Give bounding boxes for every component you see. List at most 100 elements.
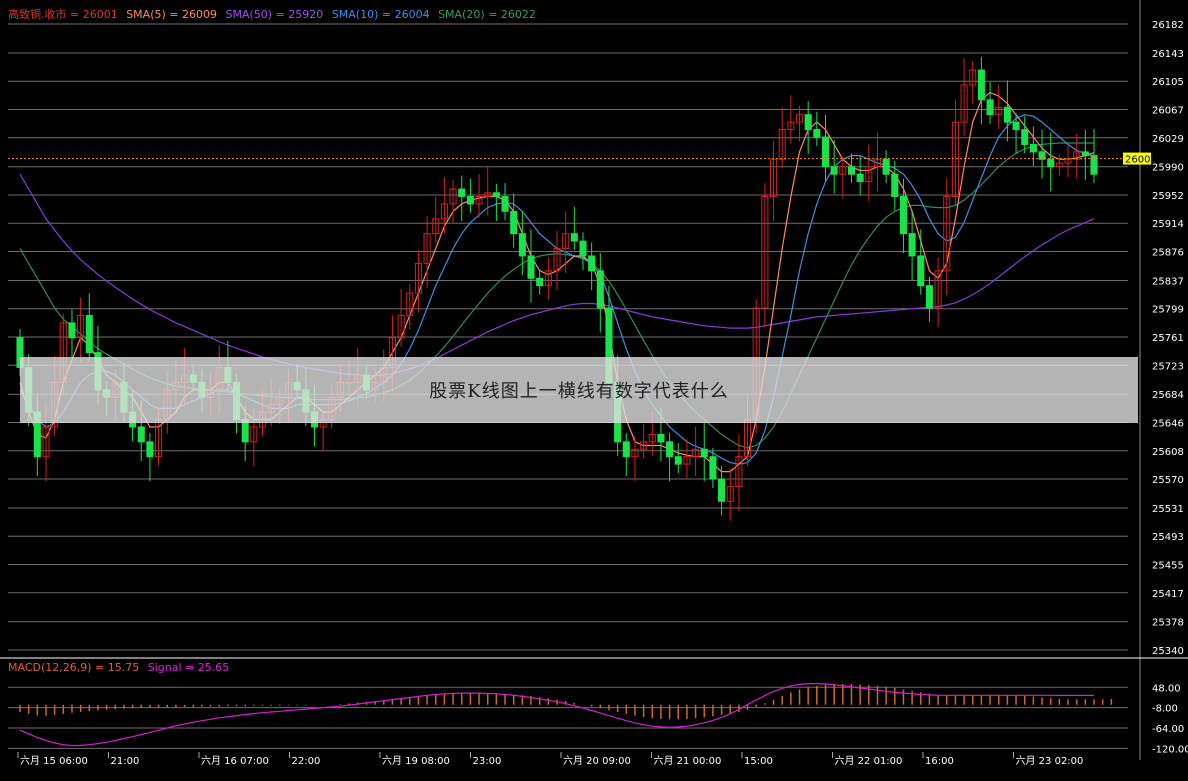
candle-body [596,270,604,309]
time-tick-label: 六月 22 01:00 [835,755,903,767]
candle-body [85,314,93,354]
candle-body [458,188,466,197]
signal-line [19,683,1094,747]
price-tick-label: 26143 [1152,49,1184,60]
last-price-line: 26001 [8,152,1157,166]
time-tick-label: 六月 21 00:00 [654,755,722,767]
price-tick-label: 25340 [1152,646,1184,657]
price-axis: 26182 26143 26105 26067 26029 25990 25952 25914… [1152,20,1184,657]
price-tick-label: 26029 [1152,134,1184,145]
macd-tick-label: -64.00 [1152,724,1184,735]
signal-label: Signal = 25.65 [147,661,230,674]
sma10-label: SMA(10) = 26004 [331,8,430,21]
candle-body [68,322,76,339]
candle-body [891,173,899,197]
time-tick-label: 16:00 [925,756,954,767]
time-tick-label: 六月 19 08:00 [382,755,450,767]
candle-body [570,233,578,242]
caption-text: 股票K线图上一横线有数字代表什么 [429,381,729,402]
candle-body [899,195,907,235]
price-tick-label: 25799 [1152,305,1184,316]
candle-body [666,441,674,458]
candle-body [137,426,145,443]
candle-body [830,166,838,175]
time-tick-label: 21:00 [111,756,140,767]
price-tick-label: 25684 [1152,390,1184,401]
time-tick-label: 15:00 [744,756,773,767]
price-tick-label: 25493 [1152,532,1184,543]
candle-body [847,166,856,175]
candle-body [804,114,812,131]
sma50-label: SMA(50) = 25920 [225,8,324,21]
candle-body [1012,121,1020,131]
candle-body [501,195,509,212]
candle-body [588,255,596,272]
candle-body [1029,143,1037,153]
macd-axis: 48.00 -8.00 -64.00 -120.00 [1152,683,1188,755]
time-tick-label: 23:00 [473,756,502,767]
price-tick-label: 25608 [1152,447,1184,458]
candle-body [718,478,726,502]
price-tick-label: 25378 [1152,618,1184,629]
candle-body [1021,129,1029,145]
price-tick-label: 26182 [1152,20,1184,31]
price-tick-label: 25455 [1152,561,1184,572]
macd-panel [19,683,1113,747]
candle-body [146,441,154,458]
candle-body [536,277,544,287]
candle-body [882,158,890,175]
candle-body [510,210,518,235]
candle-body [908,233,916,257]
price-tick-label: 25952 [1152,191,1184,202]
candle-body [527,255,535,279]
candle-body [700,448,708,458]
candle-body [622,441,630,458]
time-tick-label: 六月 23 02:00 [1016,755,1084,767]
indicator-header: 高致铜.收市 = 26001 SMA(5) = 26009 SMA(50) = … [8,6,541,22]
price-tick-label: 25837 [1152,276,1184,287]
candle-body [1003,106,1011,123]
macd-header: MACD(12,26,9) = 15.75 Signal = 25.65 [8,661,234,674]
candle-body [466,195,474,205]
candle-body [518,233,526,257]
time-tick-label: 六月 20 09:00 [563,755,631,767]
sma20-label: SMA(20) = 26022 [438,8,536,21]
close-price-label: 高致铜.收市 = 26001 [8,8,118,21]
price-tick-label: 25914 [1152,219,1184,230]
candle-body [856,173,864,183]
price-tick-label: 26067 [1152,105,1184,116]
price-tick-label: 26105 [1152,77,1184,88]
candle-body [977,69,985,101]
candle-body [492,192,500,197]
macd-tick-label: -120.00 [1152,744,1188,755]
caption-banner: 股票K线图上一横线有数字代表什么 [20,357,1138,423]
macd-tick-label: 48.00 [1152,683,1181,694]
price-tick-label: 25531 [1152,504,1184,515]
candle-body [925,285,933,309]
macd-tick-label: -8.00 [1152,704,1178,715]
candle-body [821,136,830,168]
candle-body [674,456,682,465]
macd-label: MACD(12,26,9) = 15.75 [8,661,140,674]
candle-body [813,129,821,138]
price-tick-label: 25417 [1152,589,1184,600]
macd-grid [8,686,1128,749]
price-tick-label: 25646 [1152,418,1184,429]
time-axis: 六月 15 06:00 21:00 六月 16 07:00 22:00 六月 19 08… [17,752,1084,767]
time-tick-label: 六月 15 06:00 [20,755,88,767]
price-tick-label: 25990 [1152,163,1184,174]
sma5-label: SMA(5) = 26009 [126,8,217,21]
price-tick-label: 25761 [1152,333,1184,344]
candle-body [709,456,717,480]
time-tick-label: 六月 16 07:00 [201,755,269,767]
candle-body [1047,158,1055,168]
price-tick-label: 25876 [1152,248,1184,259]
candle-body [579,240,587,257]
candle-body [986,99,994,116]
price-tick-label: 25570 [1152,475,1184,486]
candle-body [917,255,925,287]
price-tick-label: 25723 [1152,361,1184,372]
candle-body [1081,151,1089,157]
candle-body [657,433,665,443]
time-tick-label: 22:00 [292,756,321,767]
